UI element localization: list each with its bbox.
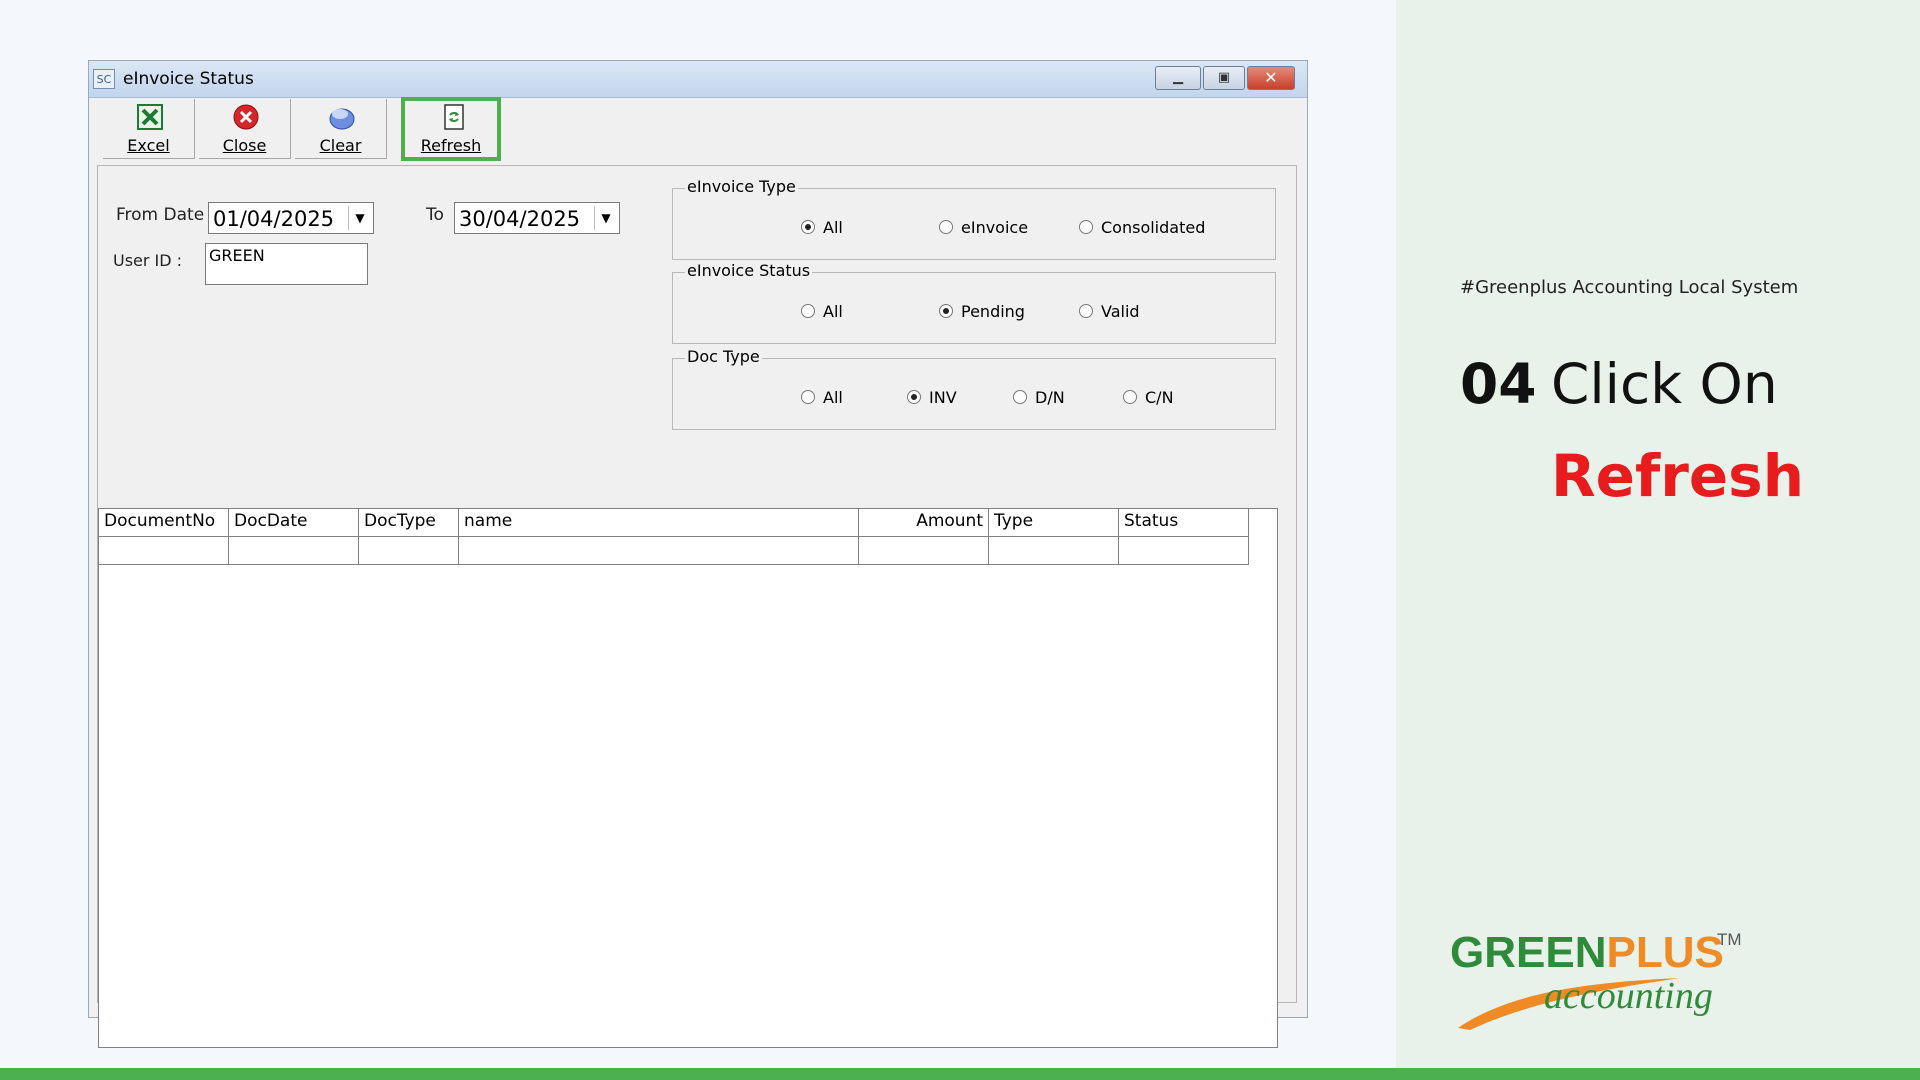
radio-label: All [823,388,843,407]
logo-subtitle: accounting [1544,975,1713,1017]
radio-empty-icon [939,219,953,234]
maximize-button[interactable]: ▣ [1203,66,1245,90]
window-title: eInvoice Status [123,69,254,89]
radio-label: eInvoice [961,218,1029,237]
window-close-button[interactable]: ✕ [1247,66,1295,90]
excel-button[interactable]: Excel [103,99,195,159]
excel-icon [137,104,163,130]
table-cell[interactable] [229,537,359,565]
excel-label: Excel [127,136,170,155]
logo-plus-part: PLUS [1606,928,1724,977]
step-number: 04 [1460,352,1537,416]
dropdown-arrow-icon[interactable]: ▼ [594,206,617,230]
radio-doc-all[interactable]: All [801,388,843,407]
to-date-picker[interactable]: 30/04/2025 ▼ [454,202,620,234]
clear-label: Clear [319,136,362,155]
from-date-picker[interactable]: 01/04/2025 ▼ [208,202,374,234]
radio-label: C/N [1145,388,1174,407]
radio-empty-icon [801,303,815,318]
doc-type-group: Doc Type All INV D/N C/N [672,347,1276,430]
logo-green-part: GREEN [1450,928,1607,977]
radio-label: INV [929,388,957,407]
step-instruction: Click On [1551,352,1778,416]
hashtag-caption: #Greenplus Accounting Local System [1460,277,1799,298]
close-icon [233,104,259,130]
refresh-label: Refresh [420,136,482,155]
radio-label: Consolidated [1101,218,1206,237]
table-cell[interactable] [459,537,859,565]
greenplus-logo: GREENPLUS TM accounting [1450,928,1750,1030]
radio-doc-inv[interactable]: INV [907,388,957,407]
radio-empty-icon [1123,389,1137,404]
radio-empty-icon [1013,389,1027,404]
from-date-value: 01/04/2025 [213,207,335,231]
to-date-label: To [426,205,444,225]
logo-wordmark: GREENPLUS [1450,928,1724,978]
minimize-button[interactable]: ▁ [1155,66,1201,90]
radio-label: All [823,218,843,237]
radio-type-consolidated[interactable]: Consolidated [1079,218,1205,237]
radio-selected-icon [801,219,815,234]
dropdown-arrow-icon[interactable]: ▼ [348,206,371,230]
app-icon: SC [93,69,115,89]
radio-doc-cn[interactable]: C/N [1123,388,1174,407]
refresh-button[interactable]: Refresh [401,97,501,161]
einvoice-type-title: eInvoice Type [685,177,798,196]
grid-header: DocumentNo DocDate DocType name Amount T… [99,509,1249,537]
radio-type-einvoice[interactable]: eInvoice [939,218,1028,237]
user-id-input[interactable]: GREEN [205,243,368,285]
radio-selected-icon [907,389,921,404]
radio-empty-icon [1079,219,1093,234]
window-titlebar[interactable]: SC eInvoice Status ▁ ▣ ✕ [89,61,1307,98]
close-button[interactable]: Close [199,99,291,159]
radio-label: Valid [1101,302,1140,321]
col-header-name[interactable]: name [459,509,859,537]
clear-button[interactable]: Clear [295,99,387,159]
col-header-type[interactable]: Type [989,509,1119,537]
radio-label: All [823,302,843,321]
radio-label: Pending [961,302,1025,321]
table-cell[interactable] [859,537,989,565]
radio-type-all[interactable]: All [801,218,843,237]
radio-status-all[interactable]: All [801,302,843,321]
radio-selected-icon [939,303,953,318]
refresh-icon [444,104,464,130]
col-header-doctype[interactable]: DocType [359,509,459,537]
radio-empty-icon [1079,303,1093,318]
table-cell[interactable] [989,537,1119,565]
eraser-icon [329,108,355,130]
logo-trademark: TM [1717,930,1742,949]
einvoice-status-title: eInvoice Status [685,261,813,280]
col-header-documentno[interactable]: DocumentNo [99,509,229,537]
col-header-docdate[interactable]: DocDate [229,509,359,537]
radio-status-valid[interactable]: Valid [1079,302,1140,321]
user-id-label: User ID : [113,251,183,270]
results-grid[interactable]: DocumentNo DocDate DocType name Amount T… [98,508,1278,1048]
table-cell[interactable] [99,537,229,565]
table-cell[interactable] [359,537,459,565]
from-date-label: From Date [116,205,205,225]
einvoice-status-group: eInvoice Status All Pending Valid [672,261,1276,344]
radio-status-pending[interactable]: Pending [939,302,1025,321]
radio-empty-icon [801,389,815,404]
einvoice-type-group: eInvoice Type All eInvoice Consolidated [672,177,1276,260]
step-action: Refresh [1551,442,1804,510]
radio-doc-dn[interactable]: D/N [1013,388,1065,407]
filter-panel: From Date 01/04/2025 ▼ To 30/04/2025 ▼ U… [97,165,1297,1048]
table-cell[interactable] [1119,537,1249,565]
doc-type-title: Doc Type [685,347,762,366]
close-label: Close [222,136,267,155]
col-header-status[interactable]: Status [1119,509,1249,537]
bottom-accent-bar [0,1068,1920,1080]
col-header-amount[interactable]: Amount [859,509,989,537]
to-date-value: 30/04/2025 [459,207,581,231]
radio-label: D/N [1035,388,1065,407]
einvoice-status-window: SC eInvoice Status ▁ ▣ ✕ Excel Close Cle… [88,60,1308,1048]
right-info-panel [1396,0,1920,1068]
